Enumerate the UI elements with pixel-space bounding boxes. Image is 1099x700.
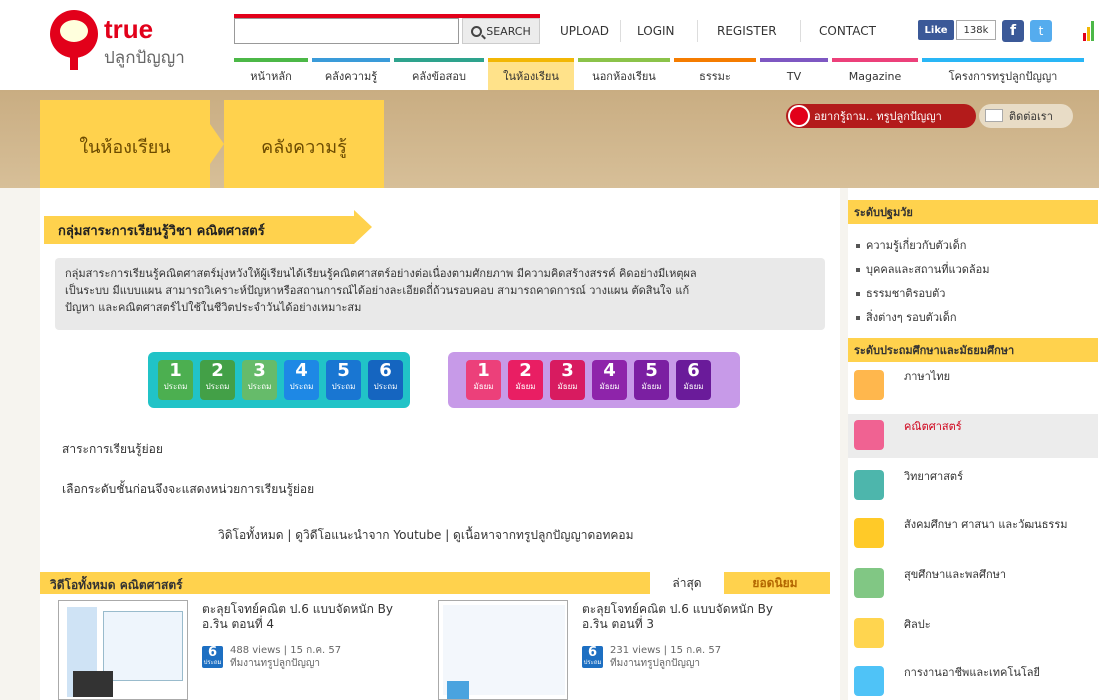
science-icon bbox=[854, 470, 884, 500]
search-button[interactable]: SEARCH bbox=[462, 18, 540, 44]
register-link[interactable]: REGISTER bbox=[717, 24, 777, 38]
tree-logo-icon bbox=[50, 10, 98, 58]
level-badge: 6 ประถม bbox=[202, 645, 223, 668]
primary-level-4-button[interactable]: 4 ประถม bbox=[284, 360, 319, 400]
subject-heading: กลุ่มสาระการเรียนรู้วิชา คณิตศาสตร์ bbox=[44, 216, 354, 244]
early-childhood-heading: ระดับปฐมวัย bbox=[848, 200, 1098, 224]
nav-tab-5[interactable]: นอกห้องเรียน bbox=[578, 58, 670, 90]
contact-us-button[interactable]: ติดต่อเรา bbox=[979, 104, 1073, 128]
video-source-links[interactable]: วิดิโอทั้งหมด | ดูวิดีโอแนะนำจาก Youtube… bbox=[218, 526, 634, 545]
sidebar-subject-6[interactable]: ศิลปะ bbox=[848, 612, 1098, 656]
sub-strands-hint: เลือกระดับชั้นก่อนจึงจะแสดงหน่วยการเรียน… bbox=[62, 482, 315, 496]
secondary-level-2-button[interactable]: 2 มัธยม bbox=[508, 360, 543, 400]
primary-level-3-button[interactable]: 3 ประถม bbox=[242, 360, 277, 400]
sidebar-subject-4[interactable]: สังคมศึกษา ศาสนา และวัฒนธรรม bbox=[848, 512, 1098, 556]
sidebar-subject-1[interactable]: ภาษาไทย bbox=[848, 364, 1098, 408]
video-section-title: วิดีโอทั้งหมด คณิตศาสตร์ bbox=[50, 578, 183, 592]
tab-latest[interactable]: ล่าสุด bbox=[650, 572, 724, 594]
video-meta: 231 views | 15 ก.ค. 57 ทีมงานทรูปลูกปัญญ… bbox=[610, 645, 722, 669]
video-thumbnail[interactable] bbox=[58, 600, 188, 700]
primary-level-6-button[interactable]: 6 ประถม bbox=[368, 360, 403, 400]
secondary-level-group: 1 มัธยม 2 มัธยม 3 มัธยม 4 มัธยม 5 มัธยม 6 มัธยม bbox=[448, 352, 740, 408]
career-tech-icon bbox=[854, 666, 884, 696]
facebook-icon[interactable]: f bbox=[1002, 20, 1024, 42]
health-pe-icon bbox=[854, 568, 884, 598]
site-header: true ปลูกปัญญา SEARCH UPLOAD LOGIN REGIS… bbox=[0, 0, 1099, 90]
sidebar-subject-5[interactable]: สุขศึกษาและพลศึกษา bbox=[848, 562, 1098, 606]
nav-tab-2[interactable]: คลังความรู้ bbox=[312, 58, 390, 90]
sidebar-item-nature[interactable]: ธรรมชาติรอบตัว bbox=[856, 284, 945, 302]
sidebar-item-surroundings[interactable]: สิ่งต่างๆ รอบตัวเด็ก bbox=[856, 308, 957, 326]
sidebar-subject-3[interactable]: วิทยาศาสตร์ bbox=[848, 464, 1098, 508]
breadcrumb-knowledge[interactable]: คลังความรู้ bbox=[224, 100, 384, 188]
video-meta: 488 views | 15 ก.ค. 57 ทีมงานทรูปลูกปัญญ… bbox=[230, 645, 342, 669]
school-level-heading: ระดับประถมศึกษาและมัธยมศึกษา bbox=[848, 338, 1098, 362]
upload-link[interactable]: UPLOAD bbox=[560, 24, 609, 38]
facebook-like-count: 138k bbox=[956, 20, 996, 40]
level-badge: 6 ประถม bbox=[582, 645, 603, 668]
sidebar-item-child-knowledge[interactable]: ความรู้เกี่ยวกับตัวเด็ก bbox=[856, 236, 966, 254]
nav-tab-9[interactable]: โครงการทรูปลูกปัญญา bbox=[922, 58, 1084, 90]
primary-level-2-button[interactable]: 2 ประถม bbox=[200, 360, 235, 400]
secondary-level-5-button[interactable]: 5 มัธยม bbox=[634, 360, 669, 400]
question-icon bbox=[788, 105, 810, 127]
sub-strands-title: สาระการเรียนรู้ย่อย bbox=[62, 442, 163, 456]
secondary-level-4-button[interactable]: 4 มัธยม bbox=[592, 360, 627, 400]
video-title[interactable]: ตะลุยโจทย์คณิต ป.6 แบบจัดหนัก By อ.ริน ต… bbox=[202, 602, 422, 632]
video-thumbnail[interactable] bbox=[438, 600, 568, 700]
contact-link[interactable]: CONTACT bbox=[819, 24, 876, 38]
logo-subtitle: ปลูกปัญญา bbox=[104, 48, 185, 68]
thai-language-icon bbox=[854, 370, 884, 400]
search-input[interactable] bbox=[234, 18, 459, 44]
facebook-like-button[interactable]: Like bbox=[918, 20, 954, 40]
primary-level-1-button[interactable]: 1 ประถม bbox=[158, 360, 193, 400]
nav-tab-1[interactable]: หน้าหลัก bbox=[234, 58, 308, 90]
site-logo[interactable]: true ปลูกปัญญา bbox=[50, 10, 220, 70]
sidebar-subject-2[interactable]: คณิตศาสตร์ bbox=[848, 414, 1098, 458]
primary-level-group: 1 ประถม 2 ประถม 3 ประถม 4 ประถม 5 ประถม 6 ประถม bbox=[148, 352, 410, 408]
nav-tab-6[interactable]: ธรรมะ bbox=[674, 58, 756, 90]
subject-description: กลุ่มสาระการเรียนรู้คณิตศาสตร์มุ่งหวังให… bbox=[55, 258, 825, 330]
login-link[interactable]: LOGIN bbox=[637, 24, 675, 38]
breadcrumb-classroom[interactable]: ในห้องเรียน bbox=[40, 100, 210, 188]
sidebar-subject-7[interactable]: การงานอาชีพและเทคโนโลยี bbox=[848, 660, 1098, 700]
twitter-icon[interactable]: t bbox=[1030, 20, 1052, 42]
nav-tab-3[interactable]: คลังข้อสอบ bbox=[394, 58, 484, 90]
nav-tab-7[interactable]: TV bbox=[760, 58, 828, 90]
secondary-level-1-button[interactable]: 1 มัธยม bbox=[466, 360, 501, 400]
bar-chart-icon[interactable] bbox=[1083, 21, 1097, 41]
art-icon bbox=[854, 618, 884, 648]
nav-tab-8[interactable]: Magazine bbox=[832, 58, 918, 90]
secondary-level-6-button[interactable]: 6 มัธยม bbox=[676, 360, 711, 400]
ask-true-button[interactable]: อยากรู้ถาม.. ทรูปลูกปัญญา bbox=[786, 104, 976, 128]
nav-tab-4[interactable]: ในห้องเรียน bbox=[488, 58, 574, 90]
primary-level-5-button[interactable]: 5 ประถม bbox=[326, 360, 361, 400]
secondary-level-3-button[interactable]: 3 มัธยม bbox=[550, 360, 585, 400]
video-title[interactable]: ตะลุยโจทย์คณิต ป.6 แบบจัดหนัก By อ.ริน ต… bbox=[582, 602, 802, 632]
logo-brand: true bbox=[104, 14, 154, 44]
tab-popular[interactable]: ยอดนิยม bbox=[730, 572, 820, 594]
social-studies-icon bbox=[854, 518, 884, 548]
sidebar-item-people-places[interactable]: บุคคลและสถานที่แวดล้อม bbox=[856, 260, 990, 278]
math-icon bbox=[854, 420, 884, 450]
search-icon bbox=[471, 25, 483, 37]
envelope-icon bbox=[985, 109, 1003, 122]
